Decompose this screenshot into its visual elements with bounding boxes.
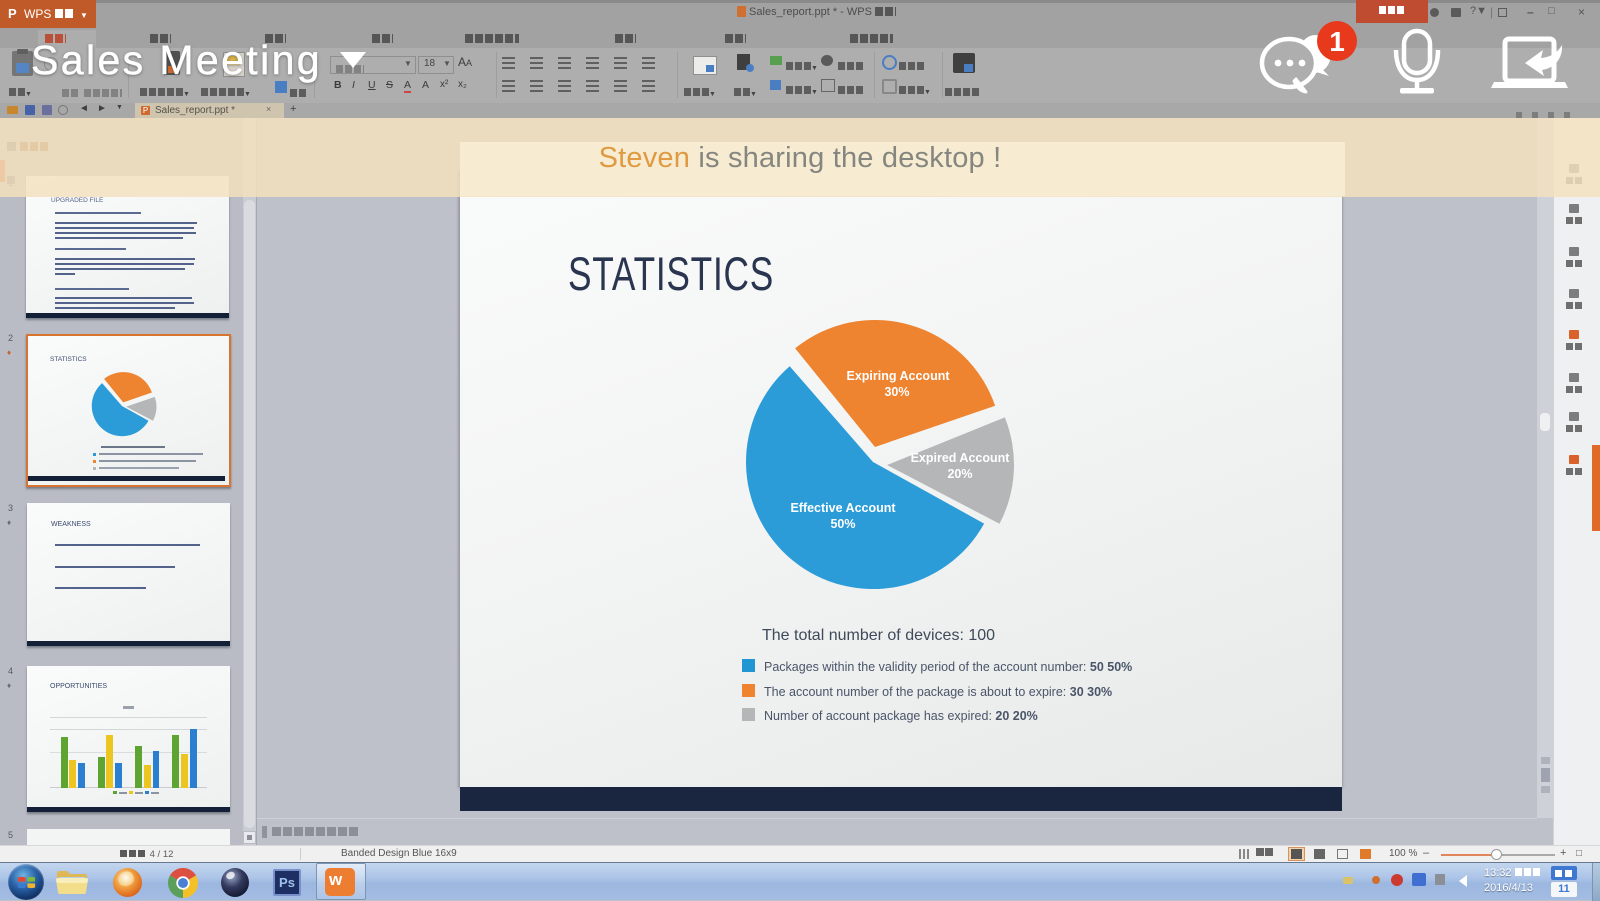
svg-text:Expired Account: Expired Account — [911, 451, 1011, 465]
svg-text:Expiring Account: Expiring Account — [846, 369, 950, 383]
svg-text:30%: 30% — [884, 385, 909, 399]
svg-text:1: 1 — [1329, 26, 1345, 57]
svg-text:50%: 50% — [830, 517, 855, 531]
svg-text:Effective Account: Effective Account — [790, 501, 896, 515]
svg-text:20%: 20% — [947, 467, 972, 481]
